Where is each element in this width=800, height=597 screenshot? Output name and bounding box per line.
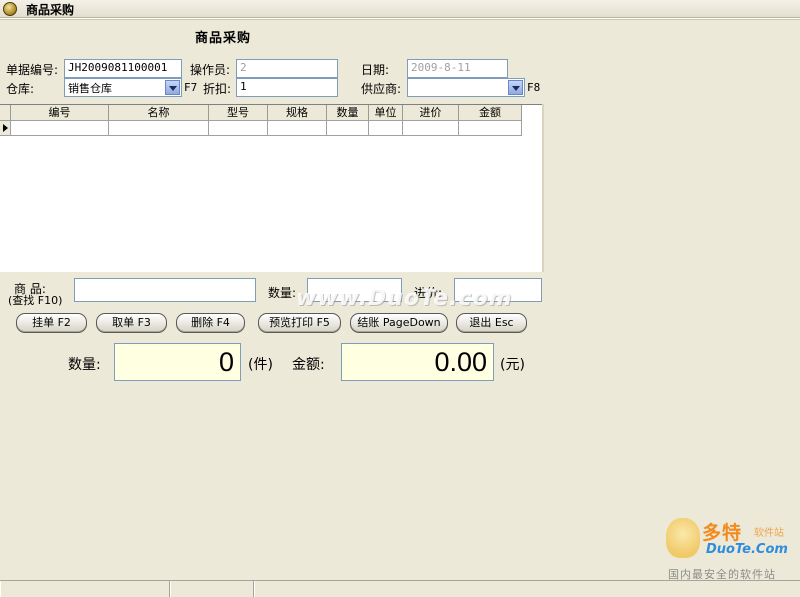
grid-header-cell[interactable]: 规格 [268, 105, 327, 121]
table-cell[interactable] [109, 121, 209, 136]
table-cell[interactable] [327, 121, 369, 136]
discount-field[interactable]: 1 [236, 78, 338, 97]
preview-print-button[interactable]: 预览打印 F5 [258, 313, 341, 333]
table-cell[interactable] [403, 121, 459, 136]
status-bar [0, 580, 800, 597]
operator-label: 操作员: [190, 63, 231, 77]
table-cell[interactable] [268, 121, 327, 136]
total-qty-unit: (件) [248, 357, 273, 373]
chevron-down-icon[interactable] [508, 80, 523, 95]
operator-field: 2 [236, 59, 338, 78]
warehouse-select-value: 销售仓库 [68, 82, 112, 95]
window-title: 商品采购 [26, 3, 75, 17]
logo-domain: DuoTe.Com [706, 542, 788, 557]
table-cell[interactable] [209, 121, 268, 136]
discount-label: 折扣: [203, 82, 232, 96]
product-grid[interactable]: 编号 名称 型号 规格 数量 单位 进价 金额 [0, 104, 542, 272]
supplier-label: 供应商: [361, 82, 402, 96]
warehouse-select[interactable]: 销售仓库 [64, 78, 182, 97]
grid-header-cell[interactable]: 数量 [327, 105, 369, 121]
grid-header: 编号 名称 型号 规格 数量 单位 进价 金额 [0, 105, 522, 121]
grid-header-cell[interactable]: 进价 [403, 105, 459, 121]
product-search-hint: (查找 F10) [8, 294, 63, 307]
table-cell[interactable] [459, 121, 522, 136]
warehouse-shortcut: F7 [184, 81, 198, 94]
exit-button[interactable]: 退出 Esc [456, 313, 527, 333]
window-titlebar: 商品采购 [0, 0, 800, 18]
date-label: 日期: [361, 63, 390, 77]
row-indicator-icon [0, 121, 11, 136]
grid-header-cell[interactable]: 型号 [209, 105, 268, 121]
grid-header-cell[interactable]: 金额 [459, 105, 522, 121]
status-segment [170, 581, 254, 597]
warehouse-label: 仓库: [6, 82, 35, 96]
watermark-text: www.DuoTe.com [296, 286, 513, 311]
total-qty-label: 数量: [68, 357, 101, 373]
grid-header-cell[interactable]: 单位 [369, 105, 403, 121]
date-field: 2009-8-11 [407, 59, 508, 78]
page-title: 商品采购 [195, 31, 252, 46]
product-input[interactable] [74, 278, 256, 302]
chevron-down-icon[interactable] [165, 80, 180, 95]
hold-order-button[interactable]: 挂单 F2 [16, 313, 87, 333]
grid-header-cell[interactable]: 名称 [109, 105, 209, 121]
order-no-label: 单据编号: [6, 63, 59, 77]
logo-subtitle: 软件站 [754, 528, 784, 539]
retrieve-order-button[interactable]: 取单 F3 [96, 313, 167, 333]
supplier-select[interactable] [407, 78, 525, 97]
status-segment [0, 581, 170, 597]
order-no-field[interactable]: JH2009081100001 [64, 59, 182, 78]
logo-title: 多特 [702, 522, 743, 544]
app-icon [3, 2, 17, 16]
mascot-icon [666, 518, 700, 558]
duote-logo: 多特 软件站 DuoTe.Com 国内最安全的软件站 [664, 518, 798, 581]
checkout-button[interactable]: 结账 PageDown [350, 313, 448, 333]
entry-qty-label: 数量: [268, 286, 297, 300]
total-amount-unit: (元) [500, 357, 525, 373]
total-amount-label: 金额: [292, 357, 325, 373]
grid-edge [542, 104, 544, 272]
delete-button[interactable]: 删除 F4 [176, 313, 245, 333]
grid-corner [0, 105, 11, 121]
total-amount-display: 0.00 [341, 343, 494, 381]
grid-header-cell[interactable]: 编号 [11, 105, 109, 121]
status-segment [254, 581, 800, 597]
table-cell[interactable] [369, 121, 403, 136]
supplier-shortcut: F8 [527, 81, 541, 94]
table-cell[interactable] [11, 121, 109, 136]
total-qty-display: 0 [114, 343, 241, 381]
frame-divider [0, 18, 800, 20]
table-row[interactable] [0, 121, 522, 136]
